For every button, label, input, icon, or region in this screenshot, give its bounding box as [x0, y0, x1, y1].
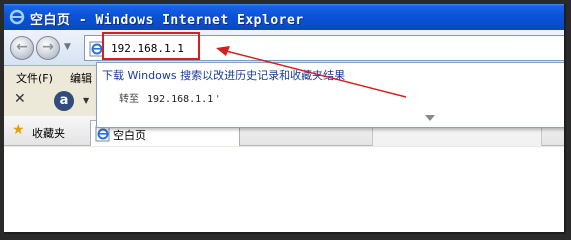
browser-window: 空白页 - Windows Internet Explorer ← → ▼ 19… [4, 4, 566, 234]
title-bar[interactable]: 空白页 - Windows Internet Explorer [4, 4, 564, 30]
goto-label: 转至 [119, 94, 139, 105]
navigation-bar: ← → ▼ 192.168.1.1 [4, 30, 564, 66]
recent-pages-chevron-down-icon[interactable]: ▼ [64, 42, 71, 52]
dropdown-chevron-down-icon[interactable] [425, 115, 435, 121]
back-arrow-icon: ← [16, 39, 28, 55]
address-autocomplete-dropdown: 下载 Windows 搜索以改进历史记录和收藏夹结果 转至 192.168.1.1… [96, 62, 564, 128]
menu-file[interactable]: 文件(F) [16, 70, 53, 86]
menu-edit[interactable]: 编辑 [70, 70, 92, 86]
ie-icon [9, 9, 25, 25]
goto-value: 192.168.1.1 [147, 94, 214, 105]
annotation-highlight-box [102, 32, 200, 60]
favorites-button[interactable]: ★ 收藏夹 [8, 122, 78, 142]
favorites-label: 收藏夹 [32, 127, 65, 140]
goto-suffix: ' [216, 94, 220, 105]
tab-label: 空白页 [113, 129, 146, 142]
forward-arrow-icon: → [42, 39, 54, 55]
goto-suggestion[interactable]: 转至 192.168.1.1 ' [119, 90, 219, 105]
menu-bar: 文件(F) 编辑 [4, 66, 104, 86]
screenshot-frame: 空白页 - Windows Internet Explorer ← → ▼ 19… [0, 0, 571, 240]
page-content [4, 147, 564, 232]
windows-search-link[interactable]: 下载 Windows 搜索以改进历史记录和收藏夹结果 [102, 67, 345, 83]
favorites-star-icon: ★ [12, 122, 25, 138]
forward-button[interactable]: → [36, 36, 60, 60]
ie-page-icon [95, 126, 110, 142]
chevron-down-icon[interactable]: ▼ [83, 96, 89, 105]
search-toolbar: ✕ a ▼ [4, 86, 104, 116]
close-icon[interactable]: ✕ [14, 91, 26, 107]
ask-search-icon[interactable]: a [54, 91, 74, 111]
window-title: 空白页 - Windows Internet Explorer [30, 13, 304, 28]
back-button[interactable]: ← [10, 36, 34, 60]
